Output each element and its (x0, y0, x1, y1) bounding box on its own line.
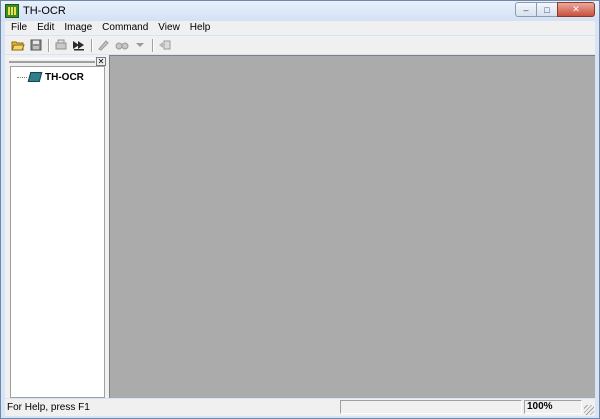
close-icon: ✕ (572, 4, 580, 14)
menu-image[interactable]: Image (58, 21, 96, 35)
toolbar (5, 36, 595, 54)
find-dropdown-button[interactable] (131, 37, 149, 53)
save-button[interactable] (27, 37, 45, 53)
tree-connector (17, 76, 27, 78)
export-button[interactable] (156, 37, 174, 53)
menu-help[interactable]: Help (184, 21, 215, 35)
menu-bar: File Edit Image Command View Help (5, 21, 595, 35)
menu-file[interactable]: File (5, 21, 31, 35)
save-disk-icon (30, 39, 42, 51)
tree-item-label: TH-OCR (45, 71, 84, 83)
scan-icon (55, 39, 67, 50)
book-icon (27, 72, 43, 82)
project-tree[interactable]: TH-OCR (10, 66, 105, 398)
title-bar[interactable]: TH-OCR – □ ✕ (1, 1, 599, 21)
export-icon (159, 40, 171, 50)
pane-header: ✕ (7, 57, 108, 66)
caption-buttons: – □ ✕ (515, 2, 595, 18)
edit-icon (98, 40, 109, 51)
toolbar-separator (91, 38, 92, 52)
glasses-icon (115, 42, 129, 50)
status-bar: For Help, press F1 100% (5, 399, 595, 416)
app-icon[interactable] (5, 4, 19, 18)
status-help-text: For Help, press F1 (7, 402, 90, 413)
tree-pane: ✕ TH-OCR (7, 55, 108, 398)
edit-button[interactable] (95, 37, 113, 53)
app-window: TH-OCR – □ ✕ File Edit Image Command Vie… (0, 0, 600, 419)
status-panel (340, 400, 522, 414)
open-button[interactable] (9, 37, 27, 53)
recognize-button[interactable] (70, 37, 88, 53)
minimize-button[interactable]: – (515, 2, 537, 17)
find-button[interactable] (113, 37, 131, 53)
document-workspace[interactable] (109, 55, 595, 398)
menu-command[interactable]: Command (96, 21, 152, 35)
close-button[interactable]: ✕ (557, 2, 595, 17)
menu-edit[interactable]: Edit (31, 21, 58, 35)
toolbar-separator (152, 38, 153, 52)
maximize-button[interactable]: □ (536, 2, 558, 17)
open-folder-icon (11, 41, 25, 51)
maximize-icon: □ (544, 4, 550, 15)
window-title: TH-OCR (23, 5, 66, 17)
status-zoom: 100% (524, 400, 582, 414)
resize-grip[interactable] (584, 405, 594, 415)
minimize-icon: – (523, 4, 529, 15)
pane-grip[interactable] (9, 58, 95, 63)
tree-item-root[interactable]: TH-OCR (17, 70, 84, 84)
dropdown-arrow-icon (136, 43, 144, 47)
scan-button[interactable] (52, 37, 70, 53)
menu-view[interactable]: View (152, 21, 184, 35)
pane-close-button[interactable]: ✕ (96, 57, 106, 66)
run-recognize-icon (73, 41, 84, 51)
toolbar-separator (48, 38, 49, 52)
close-icon: ✕ (97, 57, 105, 66)
client-area: ✕ TH-OCR (5, 55, 595, 398)
